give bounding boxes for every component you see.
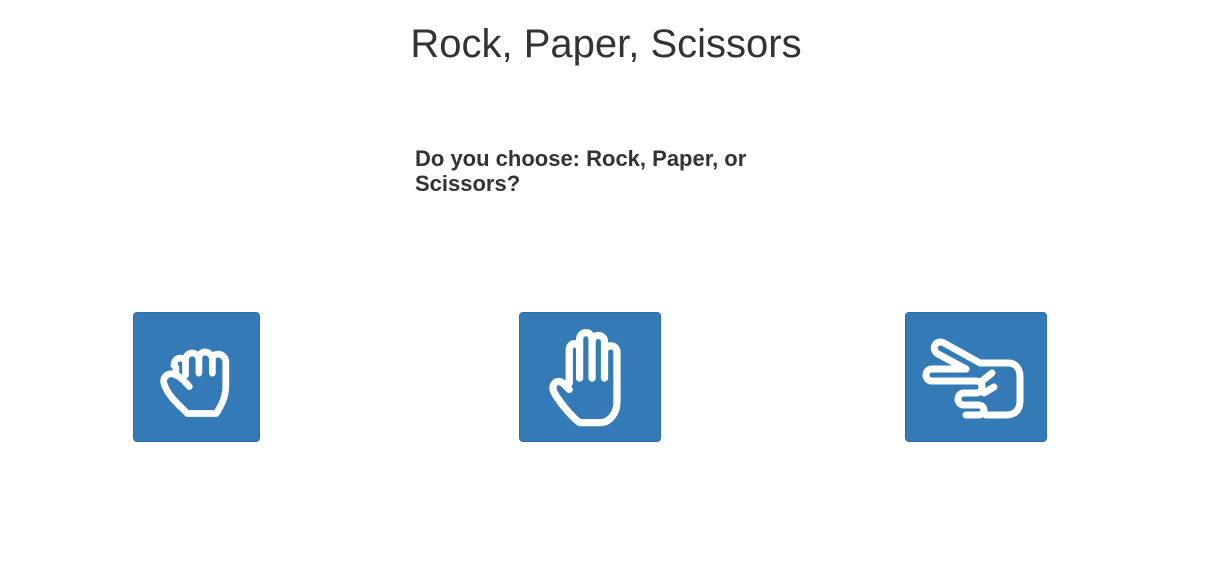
fist-icon — [159, 348, 229, 417]
choice-prompt: Do you choose: Rock, Paper, or Scissors? — [415, 146, 747, 196]
scissors-hand-icon — [922, 338, 1024, 419]
rock-button[interactable] — [133, 312, 260, 442]
paper-button[interactable] — [519, 312, 661, 442]
open-hand-icon — [549, 329, 621, 427]
page-title: Rock, Paper, Scissors — [410, 22, 802, 66]
game-page: Rock, Paper, Scissors Do you choose: Roc… — [0, 0, 1212, 561]
scissors-button[interactable] — [905, 312, 1047, 442]
